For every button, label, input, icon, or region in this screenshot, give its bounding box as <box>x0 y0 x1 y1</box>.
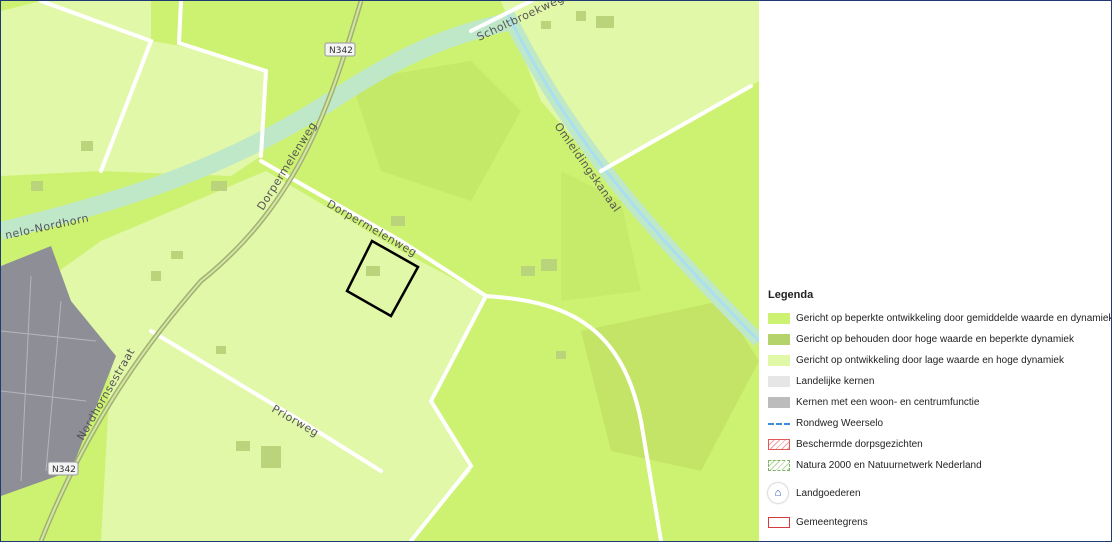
legend-label: Gericht op behouden door hoge waarde en … <box>796 333 1074 345</box>
legend-label: Gericht op beperkte ontwikkeling door ge… <box>796 312 1112 324</box>
legend-label: Rondweg Weerselo <box>796 417 884 429</box>
legend-item-kernen: Kernen met een woon- en centrumfunctie <box>768 393 979 411</box>
legend-title: Legenda <box>768 289 814 301</box>
legend-label: Natura 2000 en Natuurnetwerk Nederland <box>796 459 982 471</box>
legend-label: Gemeentegrens <box>796 516 868 528</box>
legend-item-dorpsgezichten: Beschermde dorpsgezichten <box>768 435 923 453</box>
legend-label: Kernen met een woon- en centrumfunctie <box>796 396 980 408</box>
swatch-high <box>768 333 790 345</box>
legend-item-landelijke: Landelijke kernen <box>768 372 874 390</box>
legend-label: Landgoederen <box>796 487 861 499</box>
map-frame: Scholtbroekweg Dorpermelenweg Dorpermele… <box>0 0 1112 542</box>
map-canvas: Scholtbroekweg Dorpermelenweg Dorpermele… <box>1 1 759 541</box>
house-icon: ⌂ <box>768 483 788 503</box>
legend-item-gemeentegrens: Gemeentegrens <box>768 513 868 531</box>
legend-label: Landelijke kernen <box>796 375 875 387</box>
legend-item-natura: Natura 2000 en Natuurnetwerk Nederland <box>768 456 982 474</box>
shield-n342-bottom-text: N342 <box>52 465 76 475</box>
swatch-low <box>768 354 790 366</box>
swatch-kernen <box>768 396 790 408</box>
swatch-rondweg <box>768 418 790 429</box>
swatch-medium <box>768 312 790 324</box>
swatch-natura <box>768 459 790 471</box>
swatch-dorpsgezichten <box>768 438 790 450</box>
legend-item-landgoederen: ⌂ Landgoederen <box>768 481 861 505</box>
legend-item-rondweg: Rondweg Weerselo <box>768 414 883 432</box>
legend-item-medium: Gericht op beperkte ontwikkeling door ge… <box>768 309 1112 327</box>
legend-item-high: Gericht op behouden door hoge waarde en … <box>768 330 1074 348</box>
swatch-landelijke <box>768 375 790 387</box>
map-view[interactable]: Scholtbroekweg Dorpermelenweg Dorpermele… <box>1 1 759 541</box>
shield-n342-top-text: N342 <box>329 46 353 56</box>
swatch-gemeentegrens <box>768 516 790 528</box>
legend-label: Gericht op ontwikkeling door lage waarde… <box>796 354 1064 366</box>
legend-item-low: Gericht op ontwikkeling door lage waarde… <box>768 351 1064 369</box>
legend-label: Beschermde dorpsgezichten <box>796 438 923 450</box>
